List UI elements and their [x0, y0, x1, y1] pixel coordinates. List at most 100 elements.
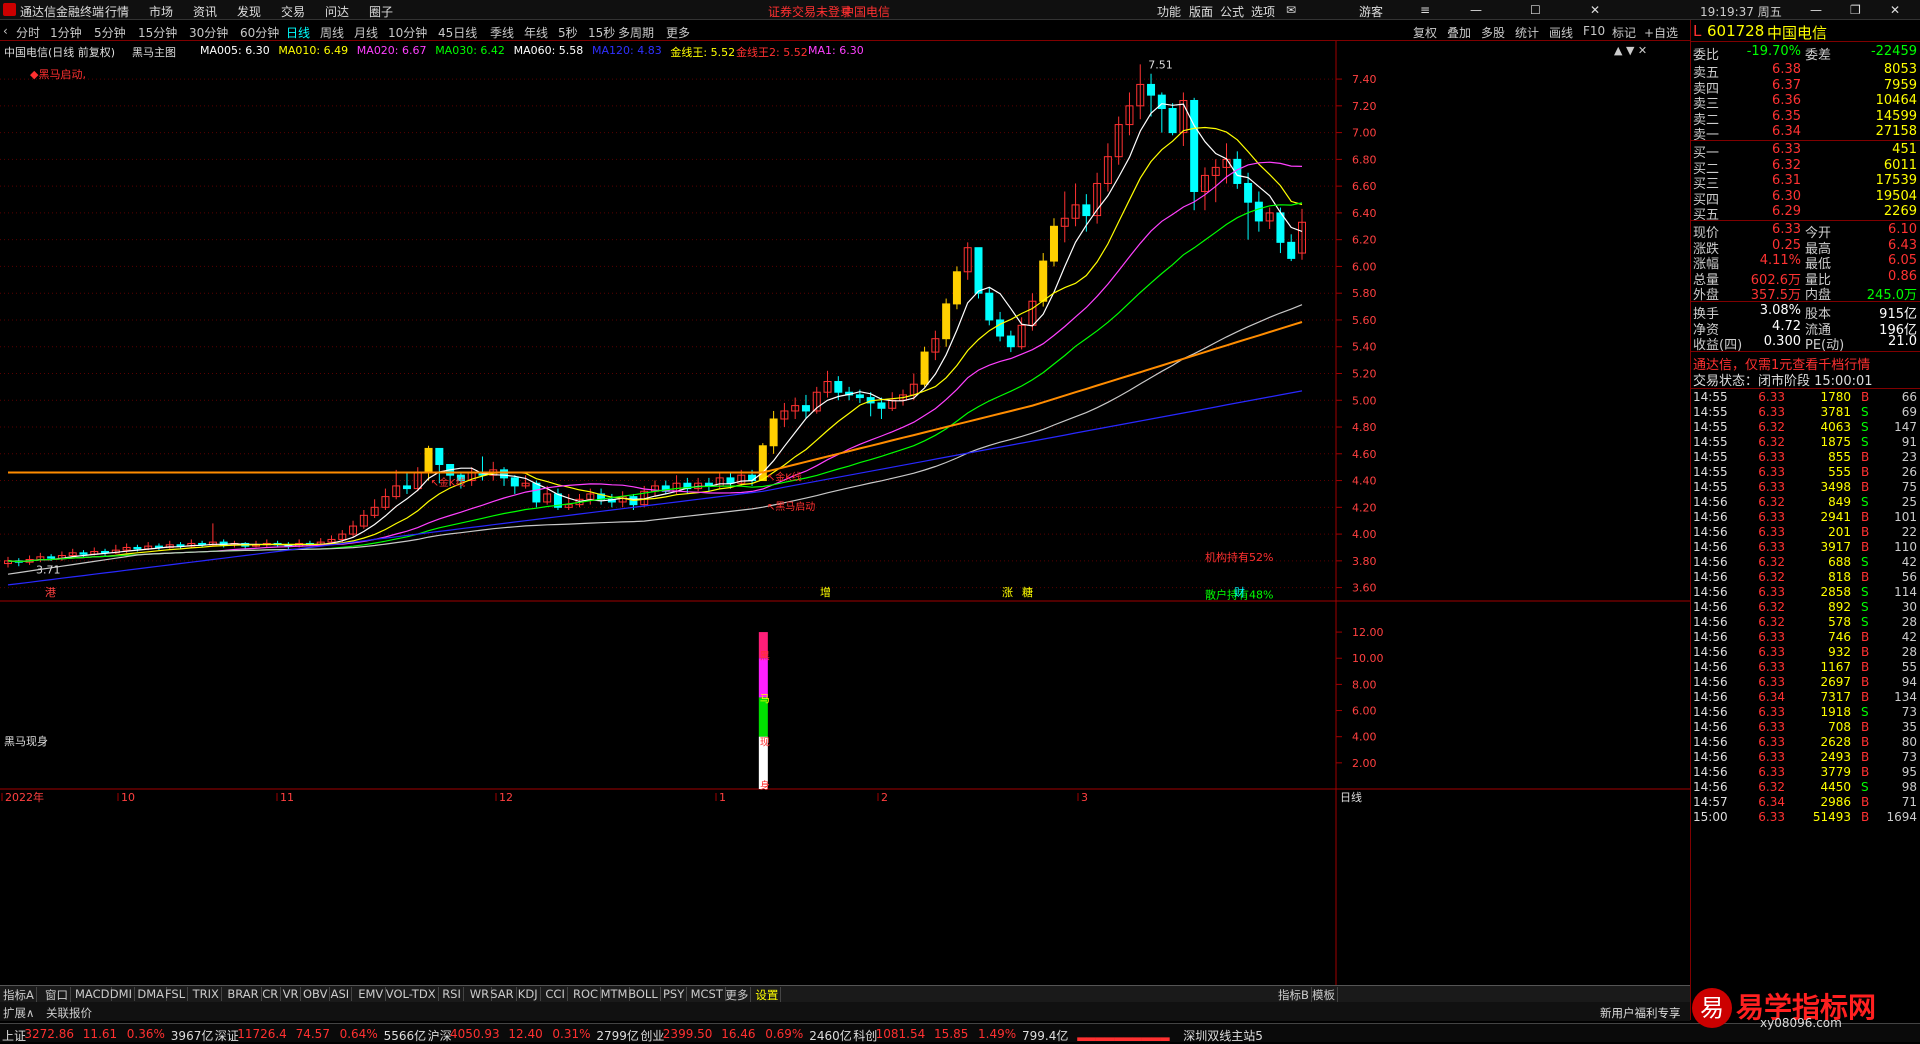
indicator-name[interactable]: 黑马主图	[132, 44, 176, 60]
tool-diejia[interactable]: 叠加	[1447, 24, 1471, 41]
event-mark[interactable]: 港	[45, 586, 56, 599]
period-tab[interactable]: 更多	[666, 24, 690, 41]
menu-faxian[interactable]: 发现	[237, 3, 261, 20]
index-c[interactable]: 16.46	[721, 1027, 755, 1041]
indicator-tab-right[interactable]: 指标B	[1276, 987, 1312, 1003]
index-p[interactable]: 1.49%	[978, 1027, 1016, 1041]
index-p[interactable]: 0.31%	[552, 1027, 590, 1041]
menu-gongneng[interactable]: 功能	[1157, 3, 1181, 20]
tool-biaoji[interactable]: 标记	[1612, 24, 1636, 41]
index-c[interactable]: 15.85	[934, 1027, 968, 1041]
index-v[interactable]: 4050.93	[450, 1027, 500, 1041]
index-c[interactable]: 11.61	[83, 1027, 117, 1041]
login-notice[interactable]: 证券交易未登录	[768, 3, 852, 20]
index-p[interactable]: 0.69%	[765, 1027, 803, 1041]
indicator-tab[interactable]: VOL-TDX	[384, 987, 439, 1001]
menu-shichang[interactable]: 市场	[149, 3, 173, 20]
minimize-icon[interactable]: —	[1470, 3, 1482, 17]
index-c[interactable]: 74.57	[296, 1027, 330, 1041]
chart-ctrl-icons[interactable]: ▲ ▼ ✕	[1614, 44, 1647, 57]
guest-label[interactable]: 游客	[1359, 3, 1383, 20]
index-p[interactable]: 0.36%	[127, 1027, 165, 1041]
indicator-tab[interactable]: CR	[260, 987, 282, 1001]
index-v[interactable]: 2399.50	[663, 1027, 713, 1041]
period-tab[interactable]: 5分钟	[94, 24, 126, 41]
menu-zixun[interactable]: 资讯	[193, 3, 217, 20]
menu-jiaoyi[interactable]: 交易	[281, 3, 305, 20]
menu-xuanxiang[interactable]: 选项	[1251, 3, 1275, 20]
index-a[interactable]: 799.4亿	[1022, 1027, 1068, 1044]
tool-duogu[interactable]: 多股	[1481, 24, 1505, 41]
main-chart-area[interactable]: 7.40 7.20 7.00 6.80 6.60 6.40 6.20 6.00 5.80 5.60…	[0, 41, 1690, 1041]
indicator-tab[interactable]: EMV	[356, 987, 387, 1001]
index-name[interactable]: 科创	[853, 1027, 877, 1044]
indicator-tab[interactable]: OBV	[301, 987, 331, 1001]
indicator-tab[interactable]: 更多	[723, 987, 752, 1003]
indicator-tab[interactable]: KDJ	[516, 987, 541, 1001]
indicator-tab-right[interactable]: 模板	[1310, 987, 1338, 1003]
ext-promo[interactable]: 新用户福利专享	[1600, 1005, 1681, 1021]
period-tab[interactable]: 15分钟	[138, 24, 177, 41]
ad-row[interactable]: 通达信，仅需1元查看千档行情	[1691, 354, 1920, 373]
index-a[interactable]: 2799亿	[596, 1027, 639, 1044]
menu-banmian[interactable]: 版面	[1189, 3, 1213, 20]
maximize-icon[interactable]: ☐	[1530, 3, 1541, 17]
menu-wenda[interactable]: 问达	[325, 3, 349, 20]
menu-icon[interactable]: ≡	[1420, 3, 1430, 17]
indicator-tab[interactable]: FSL	[163, 987, 189, 1001]
ext-related[interactable]: 关联报价	[46, 1005, 92, 1021]
indicator-tab[interactable]: DMI	[108, 987, 135, 1001]
index-c[interactable]: 12.40	[508, 1027, 542, 1041]
close-icon[interactable]: ✕	[1590, 3, 1600, 17]
period-tab[interactable]: 分时	[16, 24, 40, 41]
event-mark[interactable]: 涨	[1002, 586, 1013, 599]
index-v[interactable]: 1081.54	[876, 1027, 926, 1041]
index-name[interactable]: 沪深	[428, 1027, 452, 1044]
menu-gongshi[interactable]: 公式	[1220, 3, 1244, 20]
mail-icon[interactable]: ✉	[1286, 3, 1296, 17]
indicator-tab[interactable]: ASI	[329, 987, 353, 1001]
indicator-tab[interactable]: TRIX	[191, 987, 222, 1001]
period-tab[interactable]: 月线	[354, 24, 378, 41]
index-a[interactable]: 2460亿	[809, 1027, 852, 1044]
period-tab[interactable]: 45日线	[438, 24, 477, 41]
prev-icon[interactable]: ‹	[3, 24, 8, 38]
candlestick-chart[interactable]: 7.40 7.20 7.00 6.80 6.60 6.40 6.20 6.00 5.80 5.60…	[0, 41, 1690, 985]
indicator-tab[interactable]: ROC	[571, 987, 602, 1001]
event-mark[interactable]: 增	[820, 585, 831, 599]
indicator-tab[interactable]: BOLL	[626, 987, 661, 1001]
indicator-tab[interactable]: CCI	[543, 987, 568, 1001]
period-tab[interactable]: 年线	[524, 24, 548, 41]
index-name[interactable]: 创业	[640, 1027, 664, 1044]
indicator-tab[interactable]: 指标A	[1, 987, 37, 1003]
index-a[interactable]: 3967亿	[171, 1027, 214, 1044]
sub-chart-title[interactable]: 黑马现身	[4, 733, 48, 749]
tool-f10[interactable]: F10	[1583, 24, 1605, 38]
indicator-tab[interactable]: RSI	[440, 987, 464, 1001]
period-tab-active[interactable]: 日线	[286, 24, 310, 41]
min-btn-icon[interactable]: —	[1810, 3, 1822, 17]
index-a[interactable]: 5566亿	[384, 1027, 427, 1044]
indicator-tab[interactable]: 窗口	[43, 987, 71, 1003]
indicator-tab[interactable]: MCST	[689, 987, 726, 1001]
index-v[interactable]: 11726.4	[237, 1027, 287, 1041]
index-p[interactable]: 0.64%	[340, 1027, 378, 1041]
indicator-tab[interactable]: BRAR	[225, 987, 262, 1001]
tool-huaxian[interactable]: 画线	[1549, 24, 1573, 41]
period-tab[interactable]: 1分钟	[50, 24, 82, 41]
index-name[interactable]: 上证	[2, 1027, 26, 1044]
indicator-tab[interactable]: SAR	[488, 987, 517, 1001]
menu-quanzi[interactable]: 圈子	[369, 3, 393, 20]
period-tab[interactable]: 多周期	[618, 24, 654, 41]
period-tab[interactable]: 30分钟	[189, 24, 228, 41]
event-mark[interactable]: 糖	[1022, 585, 1033, 599]
tool-tongji[interactable]: 统计	[1515, 24, 1539, 41]
server-station[interactable]: 深圳双线主站5	[1183, 1027, 1263, 1044]
index-v[interactable]: 3272.86	[24, 1027, 74, 1041]
event-mark[interactable]: 财	[1234, 585, 1245, 599]
restore-btn-icon[interactable]: ❐	[1850, 3, 1861, 17]
close-btn-icon[interactable]: ✕	[1890, 3, 1900, 17]
indicator-tab[interactable]: MACD	[73, 987, 113, 1001]
indicator-tab[interactable]: VR	[281, 987, 302, 1001]
period-tab[interactable]: 季线	[490, 24, 514, 41]
